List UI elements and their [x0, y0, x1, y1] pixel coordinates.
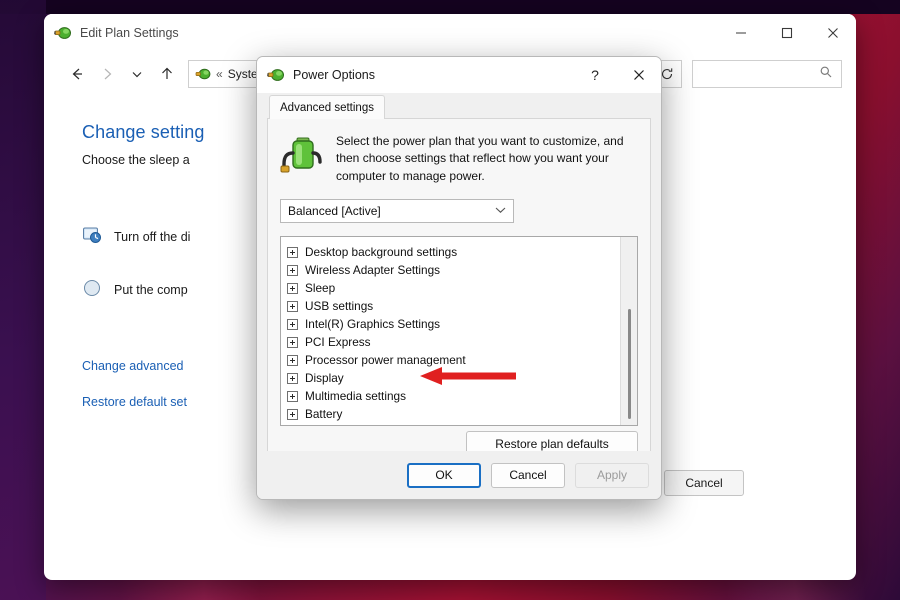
- list-item[interactable]: Desktop background settings: [287, 243, 637, 261]
- power-plan-icon: [54, 24, 72, 42]
- advanced-settings-panel: Select the power plan that you want to c…: [267, 119, 651, 469]
- sleep-computer-icon: [82, 278, 102, 301]
- close-icon[interactable]: [810, 14, 856, 52]
- power-plan-icon: [195, 66, 211, 82]
- plus-icon[interactable]: [287, 372, 298, 384]
- dialog-title: Power Options: [293, 67, 375, 82]
- dialog-tabstrip: Advanced settings: [257, 93, 661, 119]
- list-item-label: Processor power management: [305, 353, 466, 368]
- help-button[interactable]: ?: [573, 57, 617, 93]
- tab-advanced-settings[interactable]: Advanced settings: [269, 95, 385, 119]
- search-input[interactable]: [692, 60, 842, 88]
- ok-button[interactable]: OK: [407, 462, 481, 488]
- power-options-dialog: Power Options ? Advanced settings Select…: [256, 56, 662, 500]
- wallpaper-left-band: [0, 0, 46, 600]
- dialog-footer: OK Cancel Apply: [257, 451, 661, 499]
- list-item-label: Desktop background settings: [305, 245, 458, 260]
- list-item-label: PCI Express: [305, 335, 371, 350]
- setting-row-label: Turn off the di: [114, 229, 191, 244]
- list-item-label: Multimedia settings: [305, 389, 406, 404]
- plus-icon[interactable]: [287, 354, 298, 366]
- list-item[interactable]: Multimedia settings: [287, 387, 637, 405]
- background-cancel-button[interactable]: Cancel: [664, 470, 744, 496]
- plus-icon[interactable]: [287, 282, 298, 294]
- up-arrow-icon[interactable]: [152, 59, 182, 89]
- plus-icon[interactable]: [287, 300, 298, 312]
- apply-button: Apply: [575, 462, 649, 488]
- wallpaper-top-band: [0, 0, 900, 14]
- plus-icon[interactable]: [287, 336, 298, 348]
- scrollbar-thumb[interactable]: [628, 309, 631, 420]
- maximize-icon[interactable]: [764, 14, 810, 52]
- forward-arrow-icon[interactable]: [92, 59, 122, 89]
- list-item[interactable]: Wireless Adapter Settings: [287, 261, 637, 279]
- advanced-settings-listbox[interactable]: Desktop background settings Wireless Adap…: [280, 236, 638, 427]
- window-titlebar: Edit Plan Settings: [44, 14, 856, 52]
- list-item[interactable]: Processor power management: [287, 351, 637, 369]
- breadcrumb-overflow-chevron[interactable]: «: [216, 67, 223, 81]
- plus-icon[interactable]: [287, 264, 298, 276]
- list-item-label: Battery: [305, 407, 343, 422]
- chevron-down-icon: [495, 206, 506, 217]
- list-item[interactable]: Battery: [287, 405, 637, 423]
- list-item-label: Sleep: [305, 281, 336, 296]
- list-item-label: Intel(R) Graphics Settings: [305, 317, 441, 332]
- power-plan-select[interactable]: Balanced [Active]: [280, 199, 514, 224]
- scrollbar-track[interactable]: [620, 237, 637, 426]
- dialog-title-buttons: ?: [573, 57, 661, 93]
- tab-label: Advanced settings: [280, 101, 374, 114]
- power-plan-icon: [267, 66, 285, 84]
- list-item-label: Display: [305, 371, 344, 386]
- dialog-info-text: Select the power plan that you want to c…: [336, 134, 624, 183]
- settings-list: Desktop background settings Wireless Adap…: [281, 237, 637, 423]
- setting-row-label: Put the comp: [114, 282, 188, 297]
- list-item[interactable]: Sleep: [287, 279, 637, 297]
- chevron-down-icon[interactable]: [122, 59, 152, 89]
- list-item[interactable]: Display: [287, 369, 637, 387]
- list-item-label: USB settings: [305, 299, 374, 314]
- close-icon[interactable]: [617, 57, 661, 93]
- dialog-titlebar: Power Options ?: [257, 57, 661, 93]
- back-arrow-icon[interactable]: [62, 59, 92, 89]
- minimize-icon[interactable]: [718, 14, 764, 52]
- dialog-info-block: Select the power plan that you want to c…: [280, 131, 638, 185]
- turn-off-display-icon: [82, 225, 102, 248]
- breadcrumb[interactable]: Syste: [228, 67, 258, 81]
- window-controls: [718, 14, 856, 52]
- plus-icon[interactable]: [287, 318, 298, 330]
- battery-plug-icon: [280, 133, 324, 177]
- plus-icon[interactable]: [287, 246, 298, 258]
- window-title: Edit Plan Settings: [80, 26, 179, 40]
- plus-icon[interactable]: [287, 408, 298, 420]
- list-item[interactable]: PCI Express: [287, 333, 637, 351]
- power-plan-selected-value: Balanced [Active]: [288, 204, 381, 219]
- list-item[interactable]: Intel(R) Graphics Settings: [287, 315, 637, 333]
- plus-icon[interactable]: [287, 390, 298, 402]
- cancel-button[interactable]: Cancel: [491, 462, 565, 488]
- list-item-label: Wireless Adapter Settings: [305, 263, 441, 278]
- search-icon: [819, 65, 833, 84]
- list-item[interactable]: USB settings: [287, 297, 637, 315]
